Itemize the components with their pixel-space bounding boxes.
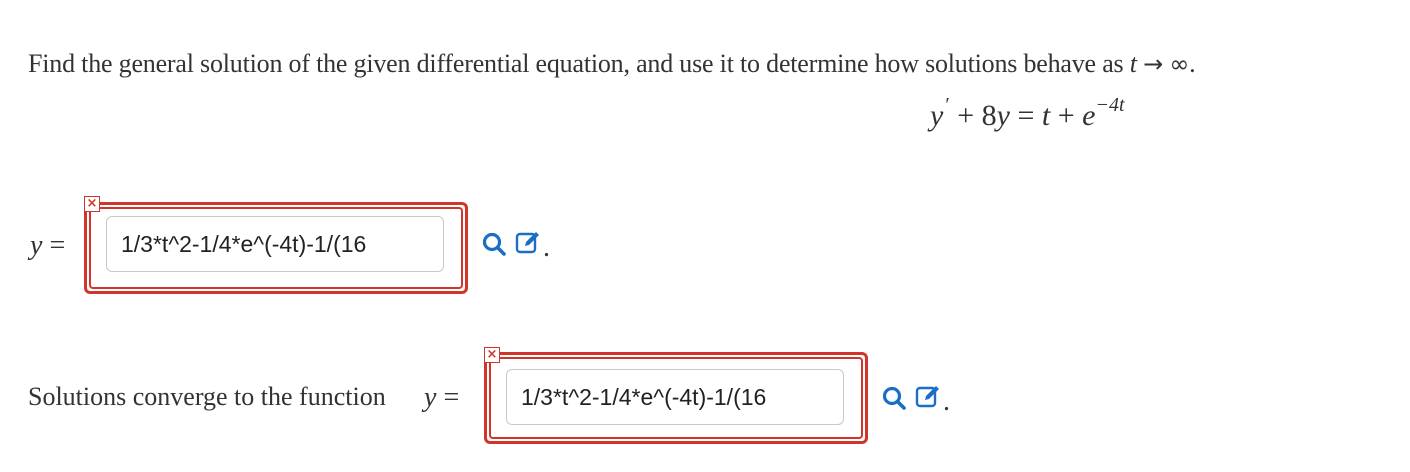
- limit-function-input[interactable]: 1/3*t^2-1/4*e^(-4t)-1/(16: [506, 369, 844, 425]
- pencil-edit-icon[interactable]: [914, 382, 942, 410]
- general-solution-input[interactable]: 1/3*t^2-1/4*e^(-4t)-1/(16: [106, 216, 444, 272]
- eq-plus: +: [1057, 99, 1075, 132]
- problem-text: Find the general solution of the given d…: [28, 49, 1124, 78]
- eq-prime: ′: [945, 94, 950, 116]
- answer1-lhs: y =: [30, 230, 65, 262]
- answer2-period: .: [943, 386, 950, 417]
- incorrect-icon: ×: [484, 347, 500, 363]
- problem-statement: Find the general solution of the given d…: [28, 46, 1196, 82]
- answer2-var: y: [424, 382, 437, 413]
- answer1-period: .: [543, 232, 550, 263]
- eq-t: t: [1041, 99, 1051, 132]
- answer2-prompt: Solutions converge to the function: [28, 382, 386, 411]
- answer2-equals: =: [443, 382, 460, 413]
- answer1-equals: =: [49, 230, 66, 261]
- eq-y: y: [930, 99, 944, 132]
- pencil-edit-icon[interactable]: [514, 228, 542, 256]
- eq-e: e: [1082, 99, 1096, 132]
- incorrect-icon: ×: [84, 196, 100, 212]
- problem-variable: t: [1129, 49, 1137, 78]
- differential-equation: y ′ + 8y = t + e−4t: [930, 94, 1125, 136]
- problem-end: .: [1189, 49, 1196, 78]
- answer2-lhs: y =: [424, 382, 459, 414]
- arrow-symbol: →: [1143, 50, 1164, 78]
- eq-y2: y: [996, 99, 1010, 132]
- infinity-symbol: ∞: [1169, 50, 1190, 78]
- eq-exponent: −4t: [1095, 94, 1125, 116]
- eq-plus-coef: + 8: [957, 99, 997, 132]
- magnifier-icon[interactable]: [480, 230, 508, 258]
- eq-equals: =: [1017, 99, 1035, 132]
- magnifier-icon[interactable]: [880, 384, 908, 412]
- answer1-var: y: [30, 230, 43, 261]
